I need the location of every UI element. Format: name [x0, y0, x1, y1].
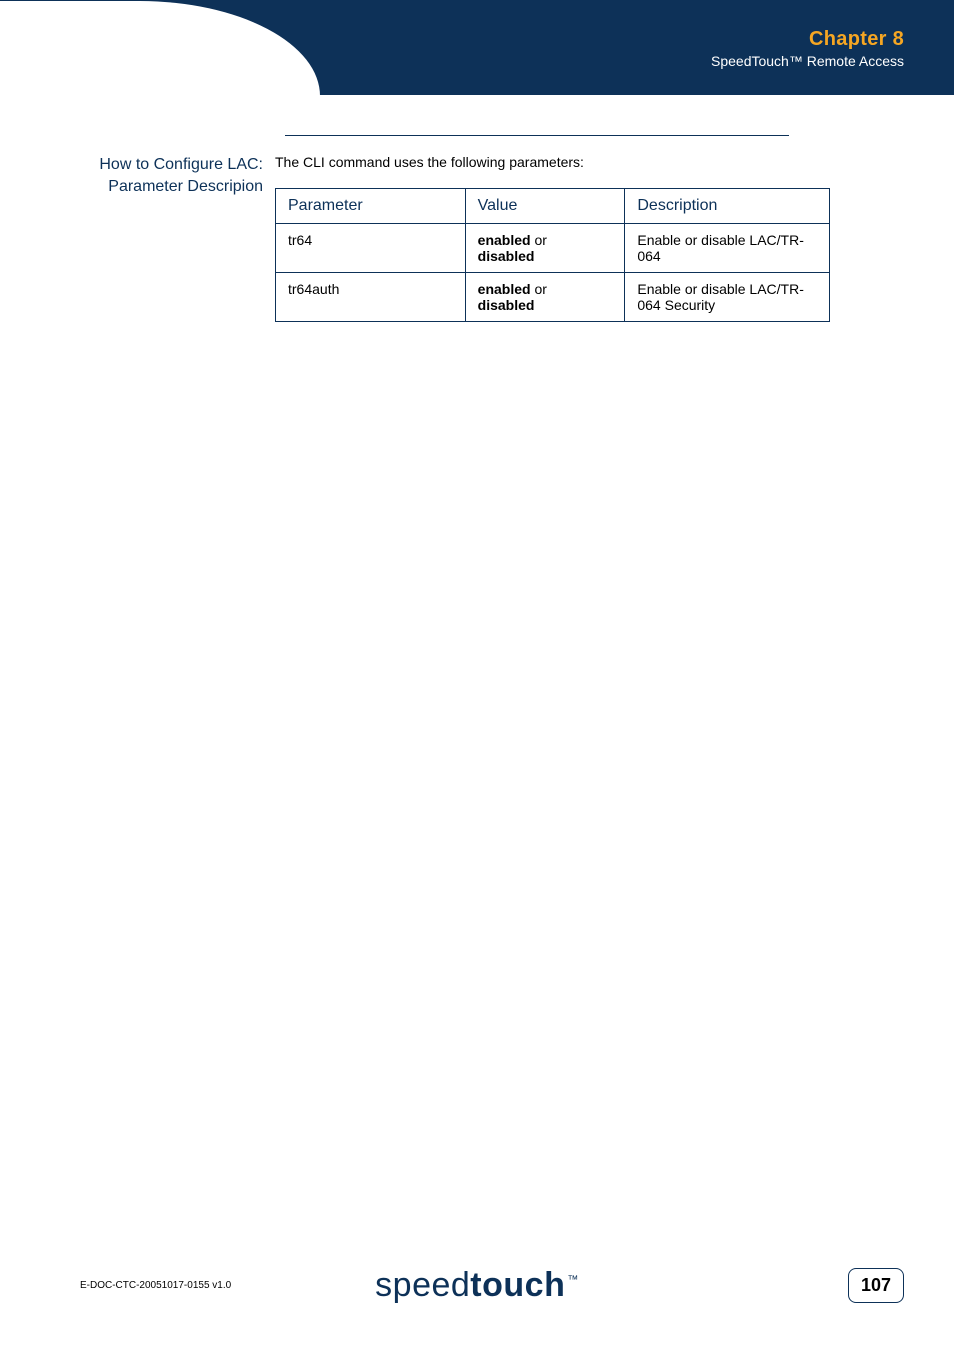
thomson-brand-text: THOMSON	[18, 42, 93, 58]
speedtouch-logo-bold: touch	[470, 1266, 565, 1304]
page-content: How to Configure LAC: Parameter Descripi…	[0, 135, 954, 322]
cell-desc: Enable or disable LAC/TR-064 Security	[625, 273, 830, 322]
thomson-logo: THOMSON	[18, 18, 93, 58]
speedtouch-logo: speedtouch™	[375, 1266, 579, 1305]
cell-value: enabled or disabled	[465, 273, 625, 322]
table-row: tr64auth enabled or disabled Enable or d…	[276, 273, 830, 322]
intro-text: The CLI command uses the following param…	[275, 154, 834, 170]
cell-value: enabled or disabled	[465, 224, 625, 273]
chapter-label: Chapter 8	[711, 28, 904, 51]
thomson-globe-icon	[45, 18, 67, 40]
section-main: The CLI command uses the following param…	[275, 154, 904, 322]
th-value: Value	[465, 189, 625, 224]
th-parameter: Parameter	[276, 189, 466, 224]
table-row: tr64 enabled or disabled Enable or disab…	[276, 224, 830, 273]
page-number: 107	[848, 1268, 904, 1303]
chapter-subtitle: SpeedTouch™ Remote Access	[711, 53, 904, 69]
section-rule	[285, 135, 789, 136]
document-id: E-DOC-CTC-20051017-0155 v1.0	[80, 1280, 231, 1291]
speedtouch-logo-light: speed	[375, 1266, 470, 1304]
section-side-label: How to Configure LAC: Parameter Descripi…	[0, 154, 275, 197]
page-footer: E-DOC-CTC-20051017-0155 v1.0 speedtouch™…	[0, 1255, 954, 1315]
table-header-row: Parameter Value Description	[276, 189, 830, 224]
cell-desc: Enable or disable LAC/TR-064	[625, 224, 830, 273]
trademark-symbol: ™	[567, 1274, 579, 1286]
side-label-line2: Parameter Descripion	[108, 178, 263, 195]
cell-param: tr64auth	[276, 273, 466, 322]
parameter-table: Parameter Value Description tr64 enabled…	[275, 188, 830, 322]
side-label-line1: How to Configure LAC:	[99, 156, 263, 173]
cell-param: tr64	[276, 224, 466, 273]
th-description: Description	[625, 189, 830, 224]
header-right: Chapter 8 SpeedTouch™ Remote Access	[711, 28, 904, 69]
